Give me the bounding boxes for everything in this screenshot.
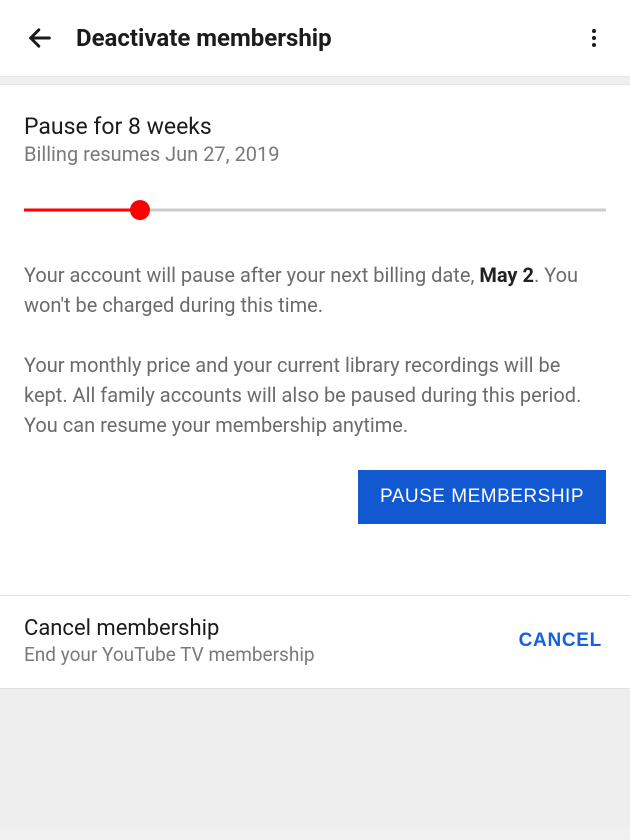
pause-title: Pause for 8 weeks [24, 113, 606, 140]
slider-fill [24, 209, 140, 212]
billing-date: May 2 [479, 263, 534, 287]
pause-paragraph-2: Your monthly price and your current libr… [24, 350, 606, 440]
pause-subtitle: Billing resumes Jun 27, 2019 [24, 142, 606, 166]
pause-membership-section: Pause for 8 weeks Billing resumes Jun 27… [0, 85, 630, 548]
app-header: Deactivate membership [0, 0, 630, 77]
section-divider [0, 77, 630, 85]
slider-thumb[interactable] [130, 200, 150, 220]
bottom-background [0, 689, 630, 829]
back-button[interactable] [20, 18, 60, 58]
cancel-subtitle: End your YouTube TV membership [24, 643, 515, 666]
pause-duration-slider[interactable] [24, 200, 606, 220]
pause-description: Your account will pause after your next … [24, 260, 606, 440]
page-title: Deactivate membership [76, 24, 574, 52]
cancel-title: Cancel membership [24, 616, 515, 641]
cancel-button[interactable]: CANCEL [515, 622, 606, 660]
arrow-left-icon [26, 24, 54, 52]
cancel-text-group: Cancel membership End your YouTube TV me… [24, 616, 515, 666]
more-vertical-icon [582, 26, 606, 50]
section-gap [0, 548, 630, 596]
pause-paragraph-1: Your account will pause after your next … [24, 260, 606, 320]
pause-button-row: PAUSE MEMBERSHIP [24, 470, 606, 524]
pause-membership-button[interactable]: PAUSE MEMBERSHIP [358, 470, 606, 524]
cancel-membership-section: Cancel membership End your YouTube TV me… [0, 596, 630, 689]
more-button[interactable] [574, 18, 614, 58]
